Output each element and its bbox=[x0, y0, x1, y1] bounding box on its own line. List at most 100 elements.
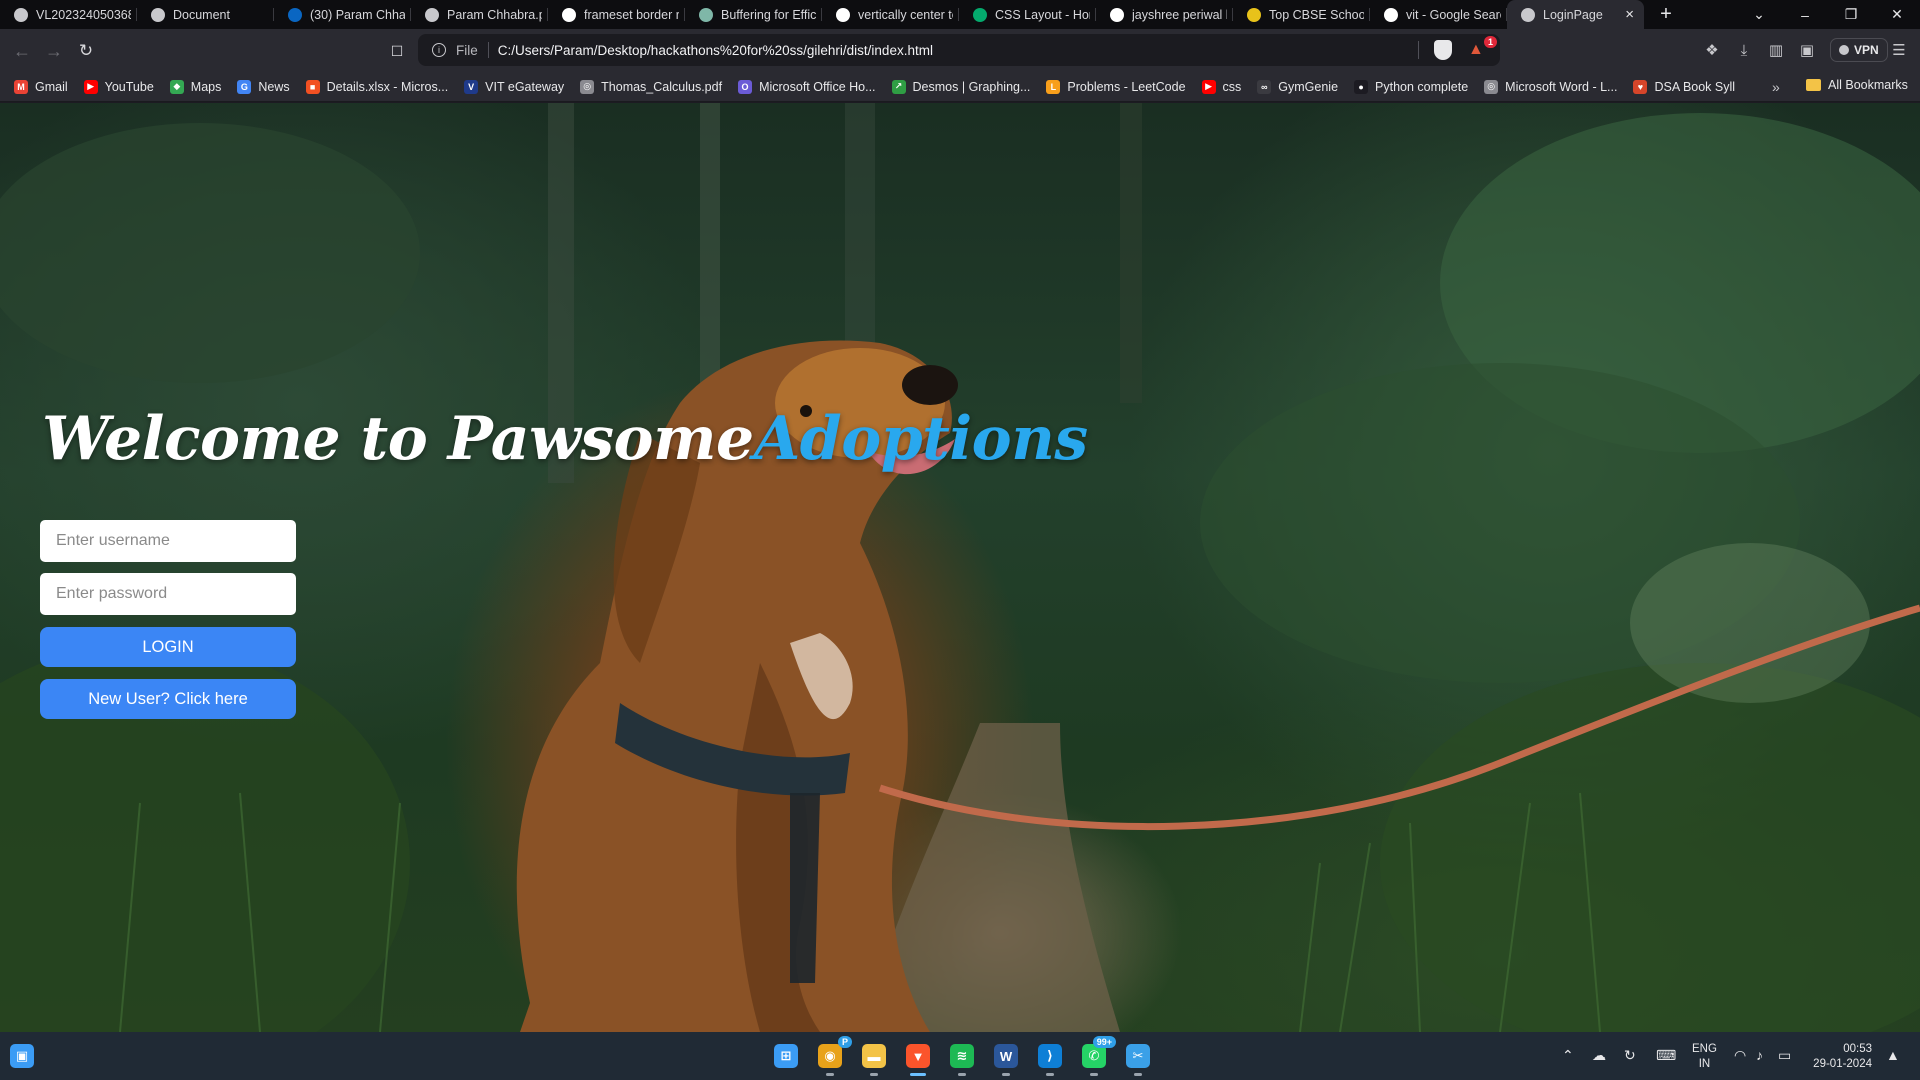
os-taskbar: ▣ ⊞ ◉ P ▬ ▼ ≋ W ⟩ ✆ 99+ ✂ ⌃ ☁ ↻ ⌨ ENG IN ◠ ♪ ▭ 00:… bbox=[0, 1032, 1920, 1080]
system-clock[interactable]: 00:53 29-01-2024 bbox=[1808, 1042, 1872, 1072]
google-icon bbox=[562, 7, 576, 22]
start-icon[interactable]: ⊞ bbox=[770, 1040, 802, 1072]
tab-title: Buffering for Effici bbox=[721, 7, 816, 22]
wifi-icon[interactable]: ◠ bbox=[1734, 1047, 1746, 1064]
bookmark-label: News bbox=[258, 79, 290, 94]
all-bookmarks-button[interactable]: All Bookmarks bbox=[1806, 78, 1908, 92]
snipping-tool-icon[interactable]: ✂ bbox=[1122, 1040, 1154, 1076]
github-icon: ● bbox=[1354, 79, 1369, 94]
tab-title: vertically center te bbox=[858, 7, 953, 22]
site-info-icon[interactable]: i bbox=[432, 43, 446, 57]
notifications-icon[interactable]: ▲ bbox=[1886, 1047, 1900, 1063]
browser-toolbar: ← → ↻ ☐ i File C:/Users/Param/Desktop/ha… bbox=[0, 29, 1920, 72]
chrome-icon[interactable]: ◉ P bbox=[814, 1036, 852, 1076]
brave-icon[interactable]: ▼ bbox=[902, 1040, 934, 1076]
bookmark-item[interactable]: O Microsoft Office Ho... bbox=[738, 79, 876, 94]
globe-icon: ◎ bbox=[580, 79, 595, 94]
whatsapp-icon[interactable]: ✆ 99+ bbox=[1078, 1036, 1116, 1076]
widgets-icon[interactable]: ▣ bbox=[6, 1040, 38, 1072]
bookmark-item[interactable]: ▶ css bbox=[1201, 79, 1242, 94]
downloads-icon[interactable]: ⤓ bbox=[1729, 35, 1759, 65]
browser-tab[interactable]: Param Chhabra.pdf bbox=[411, 0, 548, 29]
show-hidden-icons-icon[interactable]: ⌃ bbox=[1562, 1047, 1574, 1064]
brave-glyph: ▼ bbox=[906, 1044, 930, 1068]
bookmarks-overflow-icon[interactable]: » bbox=[1772, 79, 1780, 95]
bookmark-item[interactable]: ↗ Desmos | Graphing... bbox=[891, 79, 1030, 94]
browser-tab[interactable]: Buffering for Effici bbox=[685, 0, 822, 29]
browser-tab[interactable]: VL2023240503689 bbox=[0, 0, 137, 29]
bookmark-list: M Gmail ▶ YouTube ◆ Maps G News ■ Details.xlsx - … bbox=[14, 79, 1751, 94]
username-input[interactable] bbox=[40, 520, 296, 562]
browser-tab[interactable]: CSS Layout - Horiz bbox=[959, 0, 1096, 29]
menu-icon[interactable]: ☰ bbox=[1884, 35, 1914, 65]
tab-title: frameset border re bbox=[584, 7, 679, 22]
leetcode-icon: L bbox=[1046, 79, 1061, 94]
onedrive-icon[interactable]: ☁ bbox=[1592, 1047, 1606, 1064]
restore-icon[interactable]: ❐ bbox=[1828, 0, 1874, 29]
doc-icon bbox=[699, 7, 713, 22]
bookmark-page-icon[interactable]: ☐ bbox=[381, 35, 413, 67]
bookmark-item[interactable]: ◎ Thomas_Calculus.pdf bbox=[580, 79, 722, 94]
bookmark-item[interactable]: G News bbox=[237, 79, 290, 94]
tab-title: CSS Layout - Horiz bbox=[995, 7, 1090, 22]
new-tab-button[interactable]: + bbox=[1644, 0, 1688, 29]
vscode-icon[interactable]: ⟩ bbox=[1034, 1040, 1066, 1076]
bookmark-item[interactable]: ∞ GymGenie bbox=[1257, 79, 1338, 94]
battery-icon[interactable]: ▭ bbox=[1778, 1047, 1791, 1064]
brave-shields-icon[interactable] bbox=[1434, 40, 1452, 60]
file-explorer-icon[interactable]: ▬ bbox=[858, 1040, 890, 1076]
login-button[interactable]: LOGIN bbox=[40, 627, 296, 667]
bookmark-label: DSA Book Syll bbox=[1654, 79, 1736, 94]
bookmark-item[interactable]: ♥ DSA Book Syll bbox=[1633, 79, 1736, 94]
sidebar-icon[interactable]: ▥ bbox=[1761, 35, 1791, 65]
browser-tab[interactable]: vit - Google Search bbox=[1370, 0, 1507, 29]
browser-tab[interactable]: LoginPage × bbox=[1507, 0, 1644, 29]
reload-icon[interactable]: ↻ bbox=[70, 35, 102, 67]
bookmark-item[interactable]: ● Python complete bbox=[1354, 79, 1468, 94]
start-glyph: ⊞ bbox=[774, 1044, 798, 1068]
spotify-icon[interactable]: ≋ bbox=[946, 1040, 978, 1076]
forward-icon[interactable]: → bbox=[38, 35, 70, 67]
volume-icon[interactable]: ♪ bbox=[1756, 1047, 1763, 1063]
gym-icon: ∞ bbox=[1257, 79, 1272, 94]
bookmark-item[interactable]: ▶ YouTube bbox=[83, 79, 154, 94]
extensions-icon[interactable]: ❖ bbox=[1697, 35, 1727, 65]
minimize-icon[interactable]: – bbox=[1782, 0, 1828, 29]
word-icon[interactable]: W bbox=[990, 1040, 1022, 1076]
register-button[interactable]: New User? Click here bbox=[40, 679, 296, 719]
address-url[interactable]: C:/Users/Param/Desktop/hackathons%20for%… bbox=[498, 43, 933, 58]
browser-tab[interactable]: vertically center te bbox=[822, 0, 959, 29]
keyboard-icon[interactable]: ⌨ bbox=[1656, 1047, 1676, 1064]
tab-search-icon[interactable]: ⌄ bbox=[1736, 0, 1782, 29]
address-bar[interactable]: i File C:/Users/Param/Desktop/hackathons… bbox=[418, 34, 1500, 66]
back-icon[interactable]: ← bbox=[6, 35, 38, 67]
browser-tab[interactable]: jayshree periwal hi bbox=[1096, 0, 1233, 29]
wallet-icon[interactable]: ▣ bbox=[1792, 35, 1822, 65]
bookmark-item[interactable]: ◆ Maps bbox=[169, 79, 221, 94]
brave-rewards-icon[interactable]: ▲ bbox=[1468, 41, 1484, 59]
close-window-icon[interactable]: ✕ bbox=[1874, 0, 1920, 29]
language-indicator[interactable]: ENG IN bbox=[1692, 1042, 1717, 1072]
tab-title: VL2023240503689 bbox=[36, 7, 131, 22]
bookmark-item[interactable]: V VIT eGateway bbox=[464, 79, 564, 94]
file-explorer-glyph: ▬ bbox=[862, 1044, 886, 1068]
running-indicator bbox=[1046, 1073, 1054, 1076]
browser-tab[interactable]: frameset border re bbox=[548, 0, 685, 29]
browser-tab[interactable]: Document bbox=[137, 0, 274, 29]
bookmark-label: css bbox=[1222, 79, 1242, 94]
sync-icon[interactable]: ↻ bbox=[1624, 1047, 1636, 1064]
bookmark-label: Details.xlsx - Micros... bbox=[326, 79, 449, 94]
welcome-prefix: Welcome to Pawsome bbox=[42, 404, 754, 474]
browser-tab[interactable]: Top CBSE School in bbox=[1233, 0, 1370, 29]
bookmark-item[interactable]: L Problems - LeetCode bbox=[1046, 79, 1186, 94]
gmail-icon: M bbox=[14, 79, 28, 94]
running-indicator bbox=[1002, 1073, 1010, 1076]
region-code: IN bbox=[1698, 1058, 1711, 1070]
bookmark-item[interactable]: ■ Details.xlsx - Micros... bbox=[305, 79, 449, 94]
browser-tab[interactable]: (30) Param Chhabr bbox=[274, 0, 411, 29]
password-input[interactable] bbox=[40, 573, 296, 615]
bookmark-item[interactable]: M Gmail bbox=[14, 79, 68, 94]
bookmark-item[interactable]: ◎ Microsoft Word - L... bbox=[1484, 79, 1617, 94]
close-tab-icon[interactable]: × bbox=[1625, 6, 1638, 23]
vpn-button[interactable]: VPN bbox=[1830, 38, 1888, 62]
